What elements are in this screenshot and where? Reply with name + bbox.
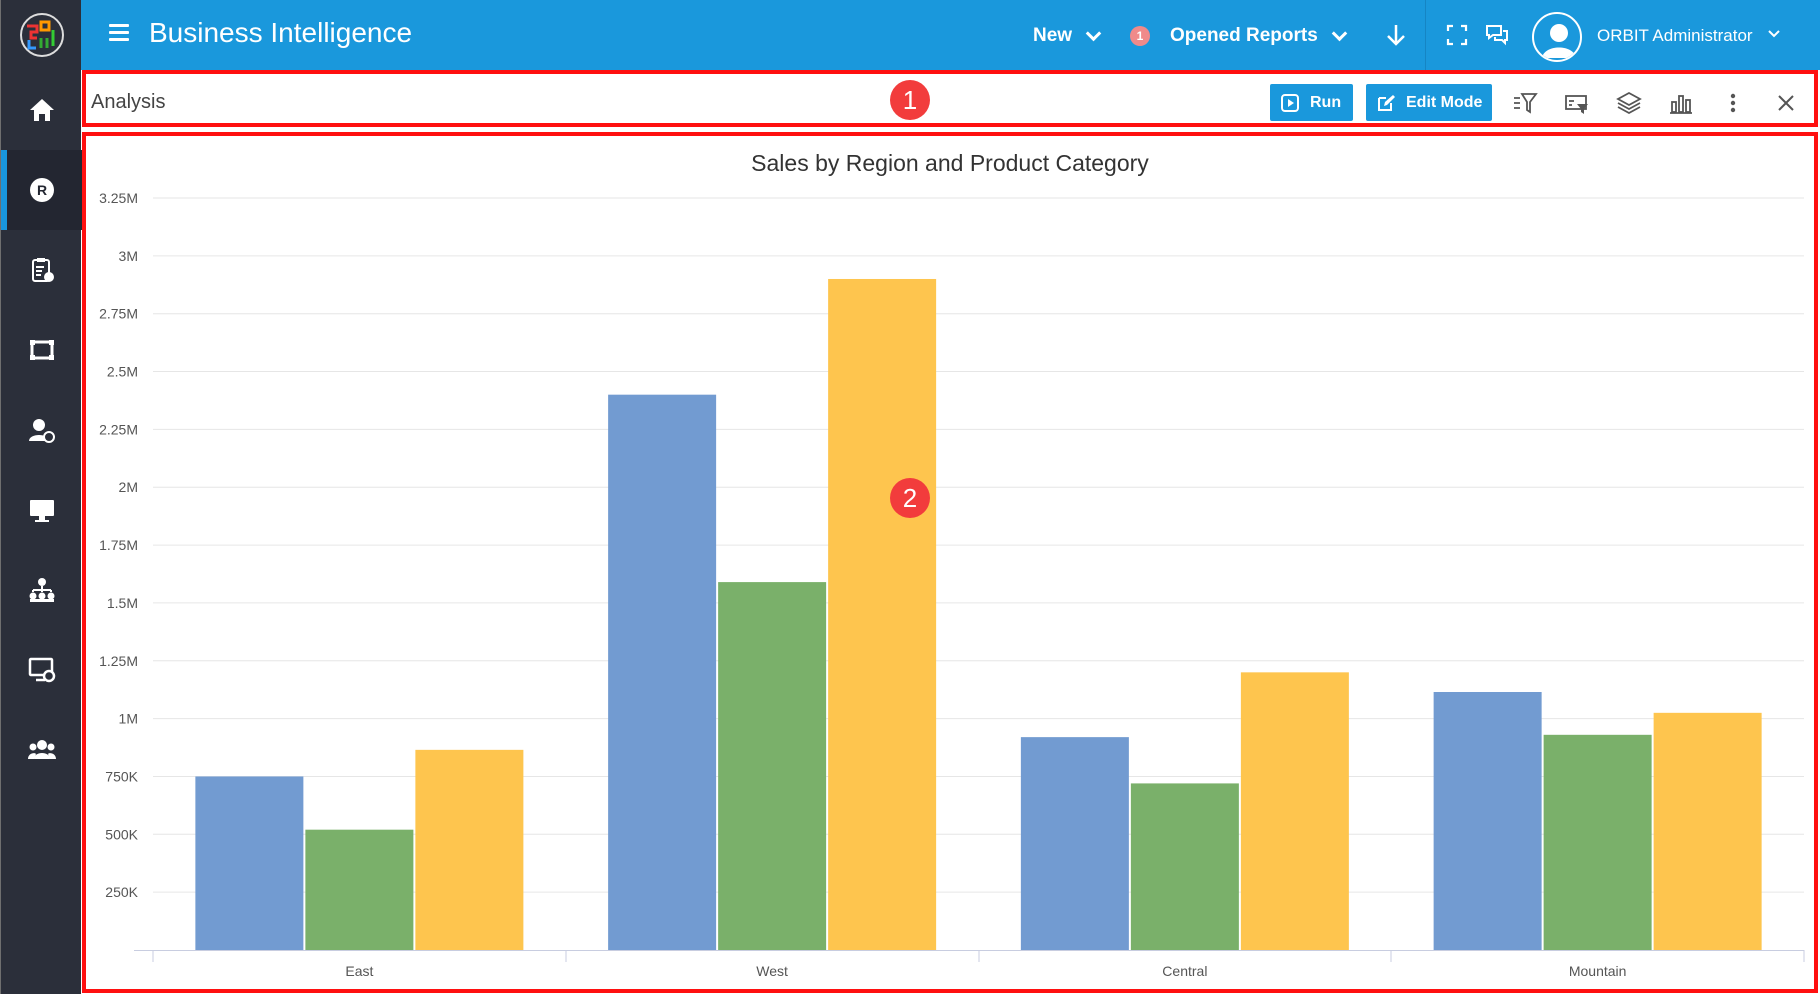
- y-tick-label: 1.75M: [99, 537, 138, 553]
- bar-central-3[interactable]: [1240, 672, 1349, 950]
- chevron-down-icon: [1331, 25, 1348, 41]
- sidebar-item-home[interactable]: [1, 70, 82, 150]
- sidebar-item-monitor[interactable]: [1, 470, 82, 550]
- parameters-icon[interactable]: [1564, 90, 1590, 116]
- layers-icon[interactable]: [1616, 90, 1642, 116]
- bar-west-3[interactable]: [828, 278, 937, 950]
- bar-central-2[interactable]: [1130, 783, 1239, 950]
- section-title: Analysis: [91, 91, 166, 113]
- sidebar-item-reports[interactable]: R: [1, 150, 82, 230]
- bar-east-1[interactable]: [195, 776, 304, 950]
- sidebar-item-org-chart[interactable]: [1, 550, 82, 630]
- new-menu[interactable]: New: [1033, 25, 1102, 47]
- y-tick-label: 3M: [119, 248, 138, 264]
- y-tick-label: 2M: [119, 479, 138, 495]
- app-logo[interactable]: [1, 0, 82, 70]
- filter-icon[interactable]: [1512, 90, 1538, 116]
- sidebar-item-clipboard[interactable]: [1, 230, 82, 310]
- bar-chart: 250K 500K 750K 1M 1.25M 1.5M 1.75M 2M 2.25M 2.5M 2…: [99, 190, 1805, 979]
- bar-mountain-3[interactable]: [1653, 712, 1762, 950]
- top-bar: Business Intelligence New 1 Opened Repor…: [81, 0, 1820, 70]
- user-avatar-icon: [1542, 24, 1576, 58]
- edit-icon: [1378, 94, 1395, 111]
- edit-mode-button-label: Edit Mode: [1406, 93, 1483, 111]
- highlight-box-toolbar: [82, 70, 1818, 127]
- download-arrow-icon[interactable]: [1383, 22, 1409, 48]
- bar-west-2[interactable]: [718, 582, 827, 950]
- run-button-label: Run: [1310, 93, 1342, 111]
- home-icon: [29, 99, 54, 121]
- opened-reports-label: Opened Reports: [1170, 25, 1318, 46]
- y-tick-label: 2.25M: [99, 421, 138, 437]
- user-menu-chevron-icon[interactable]: [1766, 26, 1782, 42]
- y-tick-label: 1.5M: [107, 595, 138, 611]
- x-tick-label: Central: [1162, 963, 1207, 979]
- y-tick-label: 250K: [105, 884, 138, 900]
- opened-reports-count-badge: 1: [1130, 26, 1150, 46]
- run-button[interactable]: Run: [1270, 84, 1353, 121]
- topbar-divider: [1425, 0, 1426, 70]
- new-menu-label: New: [1033, 25, 1073, 46]
- x-tick-label: West: [756, 963, 788, 979]
- user-avatar[interactable]: [1532, 12, 1582, 62]
- y-tick-label: 750K: [105, 768, 138, 784]
- svg-text:R: R: [36, 182, 46, 198]
- clipboard-icon: [31, 258, 54, 282]
- opened-reports-menu[interactable]: 1 Opened Reports: [1130, 25, 1348, 47]
- fullscreen-icon[interactable]: [1444, 22, 1470, 48]
- sidebar-item-user-settings[interactable]: [1, 390, 82, 470]
- dashboard-icon: [29, 340, 54, 360]
- bar-east-3[interactable]: [415, 749, 524, 950]
- bar-mountain-2[interactable]: [1543, 734, 1652, 950]
- y-tick-label: 1M: [119, 711, 138, 727]
- sidebar: R: [0, 0, 82, 994]
- display-settings-icon: [28, 657, 55, 683]
- bar-west-1[interactable]: [608, 394, 717, 951]
- sidebar-item-users[interactable]: [1, 710, 82, 790]
- hamburger-menu-icon[interactable]: [109, 24, 129, 44]
- bar-mountain-1[interactable]: [1433, 692, 1542, 950]
- sidebar-item-display-settings[interactable]: [1, 630, 82, 710]
- sidebar-item-dashboard[interactable]: [1, 310, 82, 390]
- y-tick-label: 1.25M: [99, 653, 138, 669]
- user-name[interactable]: ORBIT Administrator: [1597, 26, 1753, 46]
- x-tick-label: Mountain: [1569, 963, 1627, 979]
- bar-chart-icon[interactable]: [1668, 90, 1694, 116]
- more-vertical-icon[interactable]: [1720, 90, 1746, 116]
- marker-1: 1: [890, 80, 930, 120]
- y-tick-label: 3.25M: [99, 190, 138, 206]
- users-group-icon: [27, 740, 56, 759]
- chart-container: Sales by Region and Product Category 250…: [86, 136, 1814, 989]
- y-tick-label: 2.5M: [107, 364, 138, 380]
- reports-icon: R: [29, 178, 54, 202]
- app-title: Business Intelligence: [149, 17, 413, 48]
- user-settings-icon: [28, 419, 55, 443]
- y-tick-label: 2.75M: [99, 306, 138, 322]
- y-tick-label: 500K: [105, 826, 138, 842]
- bar-central-1[interactable]: [1020, 737, 1129, 950]
- bar-east-2[interactable]: [305, 829, 414, 950]
- chevron-down-icon: [1085, 25, 1102, 41]
- chat-icon[interactable]: [1484, 22, 1510, 48]
- edit-mode-button[interactable]: Edit Mode: [1366, 84, 1492, 121]
- close-icon[interactable]: [1773, 90, 1799, 116]
- play-icon: [1281, 93, 1299, 112]
- org-chart-icon: [29, 578, 54, 602]
- globe-logo-icon: [19, 13, 64, 57]
- monitor-icon: [29, 500, 54, 522]
- x-tick-label: East: [345, 963, 373, 979]
- marker-2: 2: [890, 478, 930, 518]
